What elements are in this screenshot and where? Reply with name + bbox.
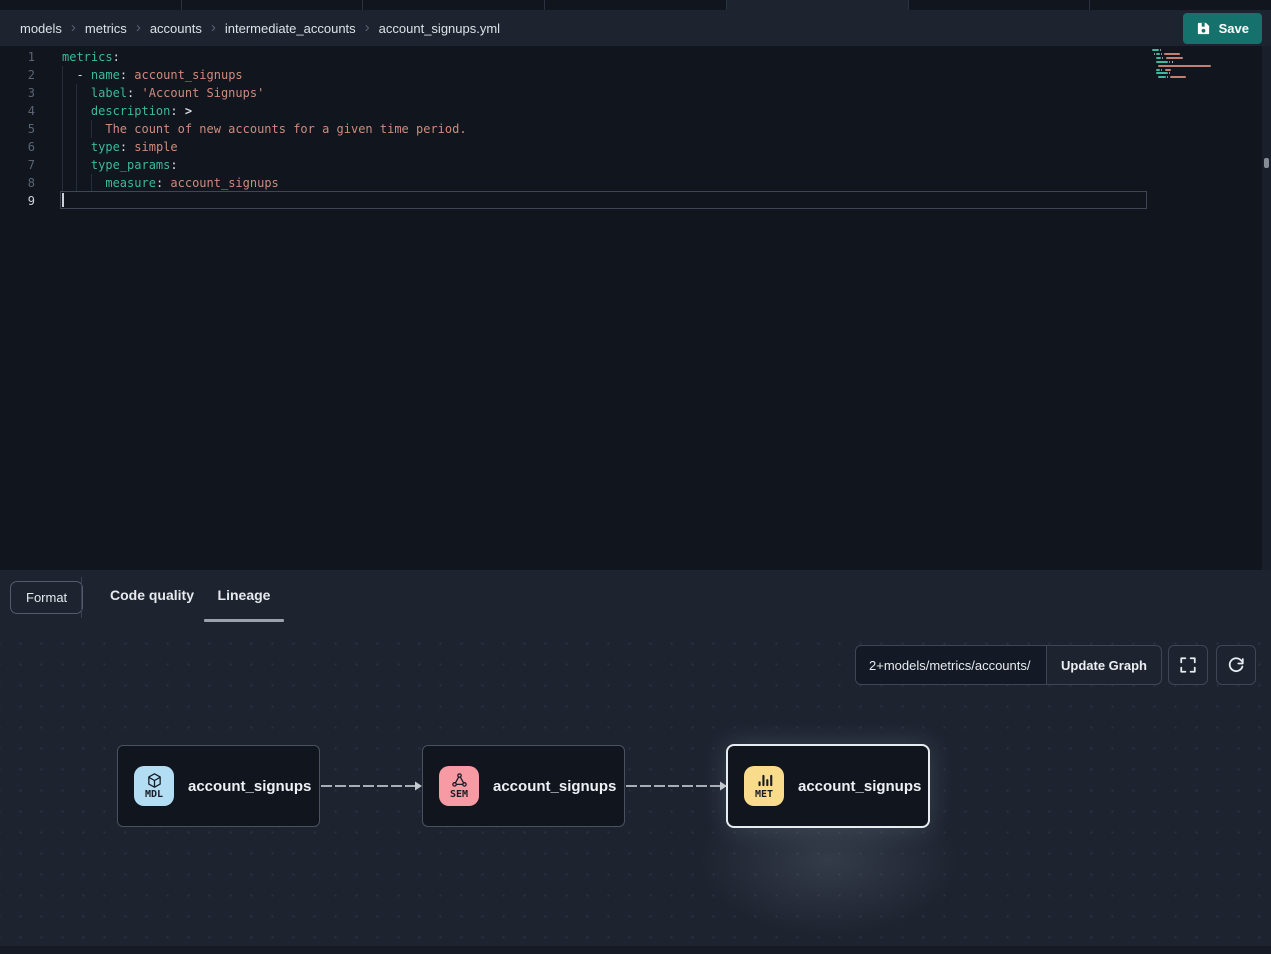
editor-tab-strip [0,0,1271,10]
line-number: 9 [0,192,44,210]
minimap[interactable] [1152,49,1210,93]
semantic-graph-icon [451,772,468,789]
minimap-line [1166,57,1184,59]
cube-icon [146,772,163,789]
fullscreen-icon [1179,656,1197,674]
minimap-line [1165,69,1171,71]
code-line-9[interactable] [62,192,1151,210]
fullscreen-button[interactable] [1168,645,1208,685]
refresh-icon [1227,656,1245,674]
refresh-button[interactable] [1216,645,1256,685]
editor-tab[interactable] [909,0,1091,10]
minimap-line [1162,57,1163,59]
code-line-1[interactable]: metrics: [62,48,1151,66]
ide-window: models › metrics › accounts › intermediate_acc… [0,0,1271,954]
breadcrumb-bar: models › metrics › accounts › intermediate_acc… [0,10,1271,46]
minimap-line [1156,72,1168,74]
minimap-line [1156,61,1168,63]
node-badge-met: MET [744,766,784,806]
editor-scrollbar[interactable] [1262,46,1271,570]
minimap-line [1172,61,1173,63]
node-badge-label: MDL [145,790,163,800]
minimap-line [1164,53,1180,55]
node-badge-mdl: MDL [134,766,174,806]
line-number: 2 [0,66,44,84]
editor-tab[interactable] [182,0,364,10]
tab-lineage[interactable]: Lineage [204,570,284,620]
lineage-controls: Update Graph [855,645,1162,685]
line-number: 4 [0,102,44,120]
lineage-node-sem[interactable]: SEM account_signups [422,745,625,827]
breadcrumb-item-metrics[interactable]: metrics [85,21,127,36]
editor-tab[interactable] [727,0,909,10]
node-label: account_signups [493,778,616,795]
scrollbar-thumb[interactable] [1264,158,1269,168]
lineage-node-met[interactable]: MET account_signups [726,744,930,828]
editor-tab[interactable] [363,0,545,10]
line-number: 1 [0,48,44,66]
code-line-4[interactable]: description: > [62,102,1151,120]
breadcrumb-item-account-signups-yml[interactable]: account_signups.yml [379,21,500,36]
minimap-line [1169,72,1170,74]
minimap-line [1156,53,1160,55]
code-line-5[interactable]: The count of new accounts for a given ti… [62,120,1151,138]
editor-tab[interactable] [0,0,182,10]
chevron-right-icon: › [136,20,141,35]
node-badge-label: MET [755,790,773,800]
format-button[interactable]: Format [10,581,83,614]
save-button[interactable]: Save [1183,13,1262,44]
update-graph-button[interactable]: Update Graph [1046,645,1162,685]
chevron-right-icon: › [71,20,76,35]
minimap-line [1170,76,1186,78]
tab-code-quality[interactable]: Code quality [104,570,200,620]
code-line-6[interactable]: type: simple [62,138,1151,156]
line-number: 7 [0,156,44,174]
minimap-line [1152,49,1159,51]
editor-gutter: 123456789 [0,48,44,210]
code-line-2[interactable]: - name: account_signups [62,66,1151,84]
chevron-right-icon: › [365,20,370,35]
minimap-line [1156,57,1161,59]
chevron-right-icon: › [211,20,216,35]
save-button-label: Save [1219,21,1249,36]
line-number: 8 [0,174,44,192]
editor-tab[interactable] [1090,0,1271,10]
panel-divider [81,577,82,618]
node-badge-sem: SEM [439,766,479,806]
minimap-line [1154,53,1155,55]
line-number: 5 [0,120,44,138]
metric-chart-icon [756,772,773,789]
node-badge-label: SEM [450,790,468,800]
line-number: 6 [0,138,44,156]
node-label: account_signups [188,778,311,795]
code-line-3[interactable]: label: 'Account Signups' [62,84,1151,102]
floppy-disk-icon [1196,21,1211,36]
breadcrumb-item-accounts[interactable]: accounts [150,21,202,36]
code-editor[interactable]: 123456789 metrics: - name: account_signu… [0,46,1271,570]
code-line-8[interactable]: measure: account_signups [62,174,1151,192]
panel-bottom-edge [0,946,1271,954]
active-tab-underline [204,619,284,622]
minimap-line [1167,76,1168,78]
minimap-line [1169,61,1170,63]
bottom-panel: Format Code quality Lineage Update Graph [0,570,1271,954]
editor-tab[interactable] [545,0,727,10]
minimap-line [1160,49,1161,51]
lineage-node-mdl[interactable]: MDL account_signups [117,745,320,827]
lineage-selector-input[interactable] [855,645,1047,685]
code-lines: metrics: - name: account_signups label: … [62,48,1151,210]
minimap-line [1161,69,1162,71]
minimap-line [1161,53,1162,55]
minimap-line [1158,65,1211,67]
code-line-7[interactable]: type_params: [62,156,1151,174]
minimap-line [1156,69,1160,71]
breadcrumb-item-models[interactable]: models [20,21,62,36]
line-number: 3 [0,84,44,102]
breadcrumb: models › metrics › accounts › intermediate_acc… [20,21,500,36]
breadcrumb-item-intermediate-accounts[interactable]: intermediate_accounts [225,21,356,36]
minimap-line [1158,76,1165,78]
node-label: account_signups [798,778,921,795]
